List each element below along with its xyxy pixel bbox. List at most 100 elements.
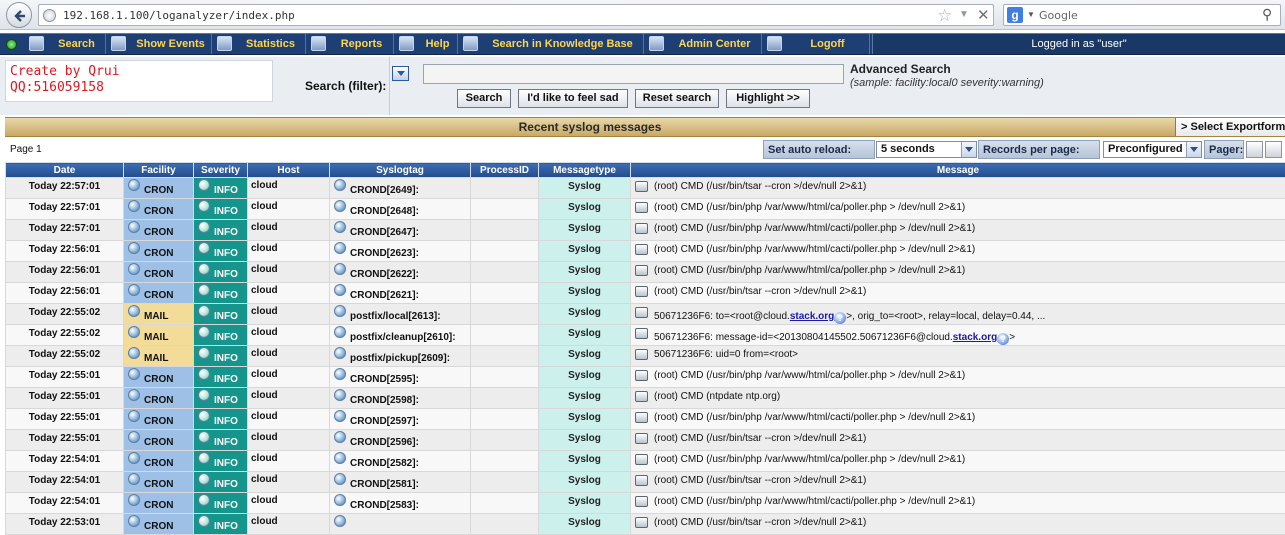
date-cell[interactable]: Today 22:55:01 [6,388,124,409]
processid-cell[interactable] [471,430,539,451]
message-cell[interactable]: (root) CMD (/usr/bin/php /var/www/html/c… [631,493,1285,514]
info-globe-icon[interactable] [334,515,346,527]
date-cell[interactable]: Today 22:54:01 [6,472,124,493]
message-details-icon[interactable] [635,307,648,318]
host-cell[interactable]: cloud [248,241,330,262]
message-text[interactable]: (root) CMD (/usr/bin/php /var/www/html/c… [654,453,965,466]
message-link[interactable]: stack.org [953,332,997,343]
message-details-icon[interactable] [635,454,648,465]
date-cell[interactable]: Today 22:55:02 [6,325,124,346]
facility-cell[interactable]: CRON [124,493,194,514]
severity-cell[interactable]: INFO [194,262,248,283]
info-globe-icon[interactable] [334,347,346,359]
message-cell[interactable]: (root) CMD (/usr/bin/php /var/www/html/c… [631,262,1285,283]
menu-search[interactable]: Search [26,34,106,54]
info-globe-icon[interactable] [334,242,346,254]
date-cell[interactable]: Today 22:56:01 [6,241,124,262]
host-cell[interactable]: cloud [248,472,330,493]
info-globe-icon[interactable] [198,326,210,338]
info-globe-icon[interactable] [128,431,140,443]
processid-cell[interactable] [471,199,539,220]
column-header-severity[interactable]: Severity [194,163,248,178]
lookup-help-icon[interactable]: ? [834,312,846,324]
severity-cell[interactable]: INFO [194,388,248,409]
menu-logoff[interactable]: Logoff [764,34,870,54]
facility-cell[interactable]: MAIL [124,346,194,367]
info-globe-icon[interactable] [334,452,346,464]
facility-cell[interactable]: CRON [124,178,194,199]
message-text[interactable]: (root) CMD (/usr/bin/php /var/www/html/c… [654,264,965,277]
facility-cell[interactable]: CRON [124,514,194,535]
severity-cell[interactable]: INFO [194,451,248,472]
first-page-icon[interactable] [1246,141,1263,158]
column-header-processid[interactable]: ProcessID [471,163,539,178]
syslogtag-cell[interactable]: CROND[2581]: [330,472,471,493]
url-history-dropdown-icon[interactable]: ▼ [959,9,969,20]
info-globe-icon[interactable] [334,410,346,422]
info-globe-icon[interactable] [198,242,210,254]
processid-cell[interactable] [471,409,539,430]
severity-cell[interactable]: INFO [194,241,248,262]
info-globe-icon[interactable] [334,284,346,296]
info-globe-icon[interactable] [198,305,210,317]
search-magnifier-icon[interactable]: ⚲ [1262,6,1272,23]
syslogtag-cell[interactable] [330,514,471,535]
date-cell[interactable]: Today 22:54:01 [6,451,124,472]
menu-knowledge-base[interactable]: Search in Knowledge Base [460,34,644,54]
date-cell[interactable]: Today 22:55:01 [6,430,124,451]
facility-cell[interactable]: CRON [124,199,194,220]
message-cell[interactable]: (root) CMD (/usr/bin/php /var/www/html/c… [631,409,1285,430]
google-icon[interactable]: g [1007,7,1023,23]
stop-icon[interactable]: ✕ [977,6,990,24]
severity-cell[interactable]: INFO [194,304,248,325]
address-bar[interactable]: 192.168.1.100/loganalyzer/index.php ☆ ▼ … [38,4,994,26]
message-cell[interactable]: (root) CMD (/usr/bin/tsar --cron >/dev/n… [631,514,1285,535]
severity-cell[interactable]: INFO [194,514,248,535]
messagetype-cell[interactable]: Syslog [539,346,631,367]
highlight-button[interactable]: Highlight >> [726,89,810,108]
processid-cell[interactable] [471,367,539,388]
records-per-page-select[interactable]: Preconfigured ( [1103,141,1202,158]
messagetype-cell[interactable]: Syslog [539,325,631,346]
info-globe-icon[interactable] [198,410,210,422]
host-cell[interactable]: cloud [248,451,330,472]
host-cell[interactable]: cloud [248,388,330,409]
bookmark-star-icon[interactable]: ☆ [937,6,952,26]
severity-cell[interactable]: INFO [194,409,248,430]
syslogtag-cell[interactable]: CROND[2649]: [330,178,471,199]
message-text[interactable]: (root) CMD (/usr/bin/php /var/www/html/c… [654,222,975,235]
message-text[interactable]: (root) CMD (/usr/bin/tsar --cron >/dev/n… [654,474,866,487]
messagetype-cell[interactable]: Syslog [539,409,631,430]
messagetype-cell[interactable]: Syslog [539,451,631,472]
lookup-help-icon[interactable]: ? [997,333,1009,345]
info-globe-icon[interactable] [198,389,210,401]
message-details-icon[interactable] [635,286,648,297]
filter-options-dropdown[interactable] [392,66,409,81]
severity-cell[interactable]: INFO [194,493,248,514]
message-details-icon[interactable] [635,265,648,276]
date-cell[interactable]: Today 22:53:01 [6,514,124,535]
facility-cell[interactable]: CRON [124,283,194,304]
messagetype-cell[interactable]: Syslog [539,472,631,493]
search-button[interactable]: Search [457,89,511,108]
info-globe-icon[interactable] [198,452,210,464]
message-details-icon[interactable] [635,223,648,234]
info-globe-icon[interactable] [128,494,140,506]
syslogtag-cell[interactable]: postfix/cleanup[2610]: [330,325,471,346]
syslogtag-cell[interactable]: CROND[2621]: [330,283,471,304]
info-globe-icon[interactable] [334,389,346,401]
info-globe-icon[interactable] [198,200,210,212]
info-globe-icon[interactable] [334,326,346,338]
search-engine-dropdown-icon[interactable]: ▼ [1027,10,1035,19]
facility-cell[interactable]: MAIL [124,304,194,325]
previous-page-icon[interactable] [1265,141,1282,158]
message-text[interactable]: (root) CMD (/usr/bin/php /var/www/html/c… [654,243,975,256]
info-globe-icon[interactable] [128,389,140,401]
auto-reload-select[interactable]: 5 seconds [876,141,977,158]
menu-statistics[interactable]: Statistics [214,34,306,54]
menu-reports[interactable]: Reports [308,34,394,54]
message-text[interactable]: (root) CMD (/usr/bin/tsar --cron >/dev/n… [654,180,866,193]
processid-cell[interactable] [471,388,539,409]
message-details-icon[interactable] [635,328,648,339]
host-cell[interactable]: cloud [248,409,330,430]
